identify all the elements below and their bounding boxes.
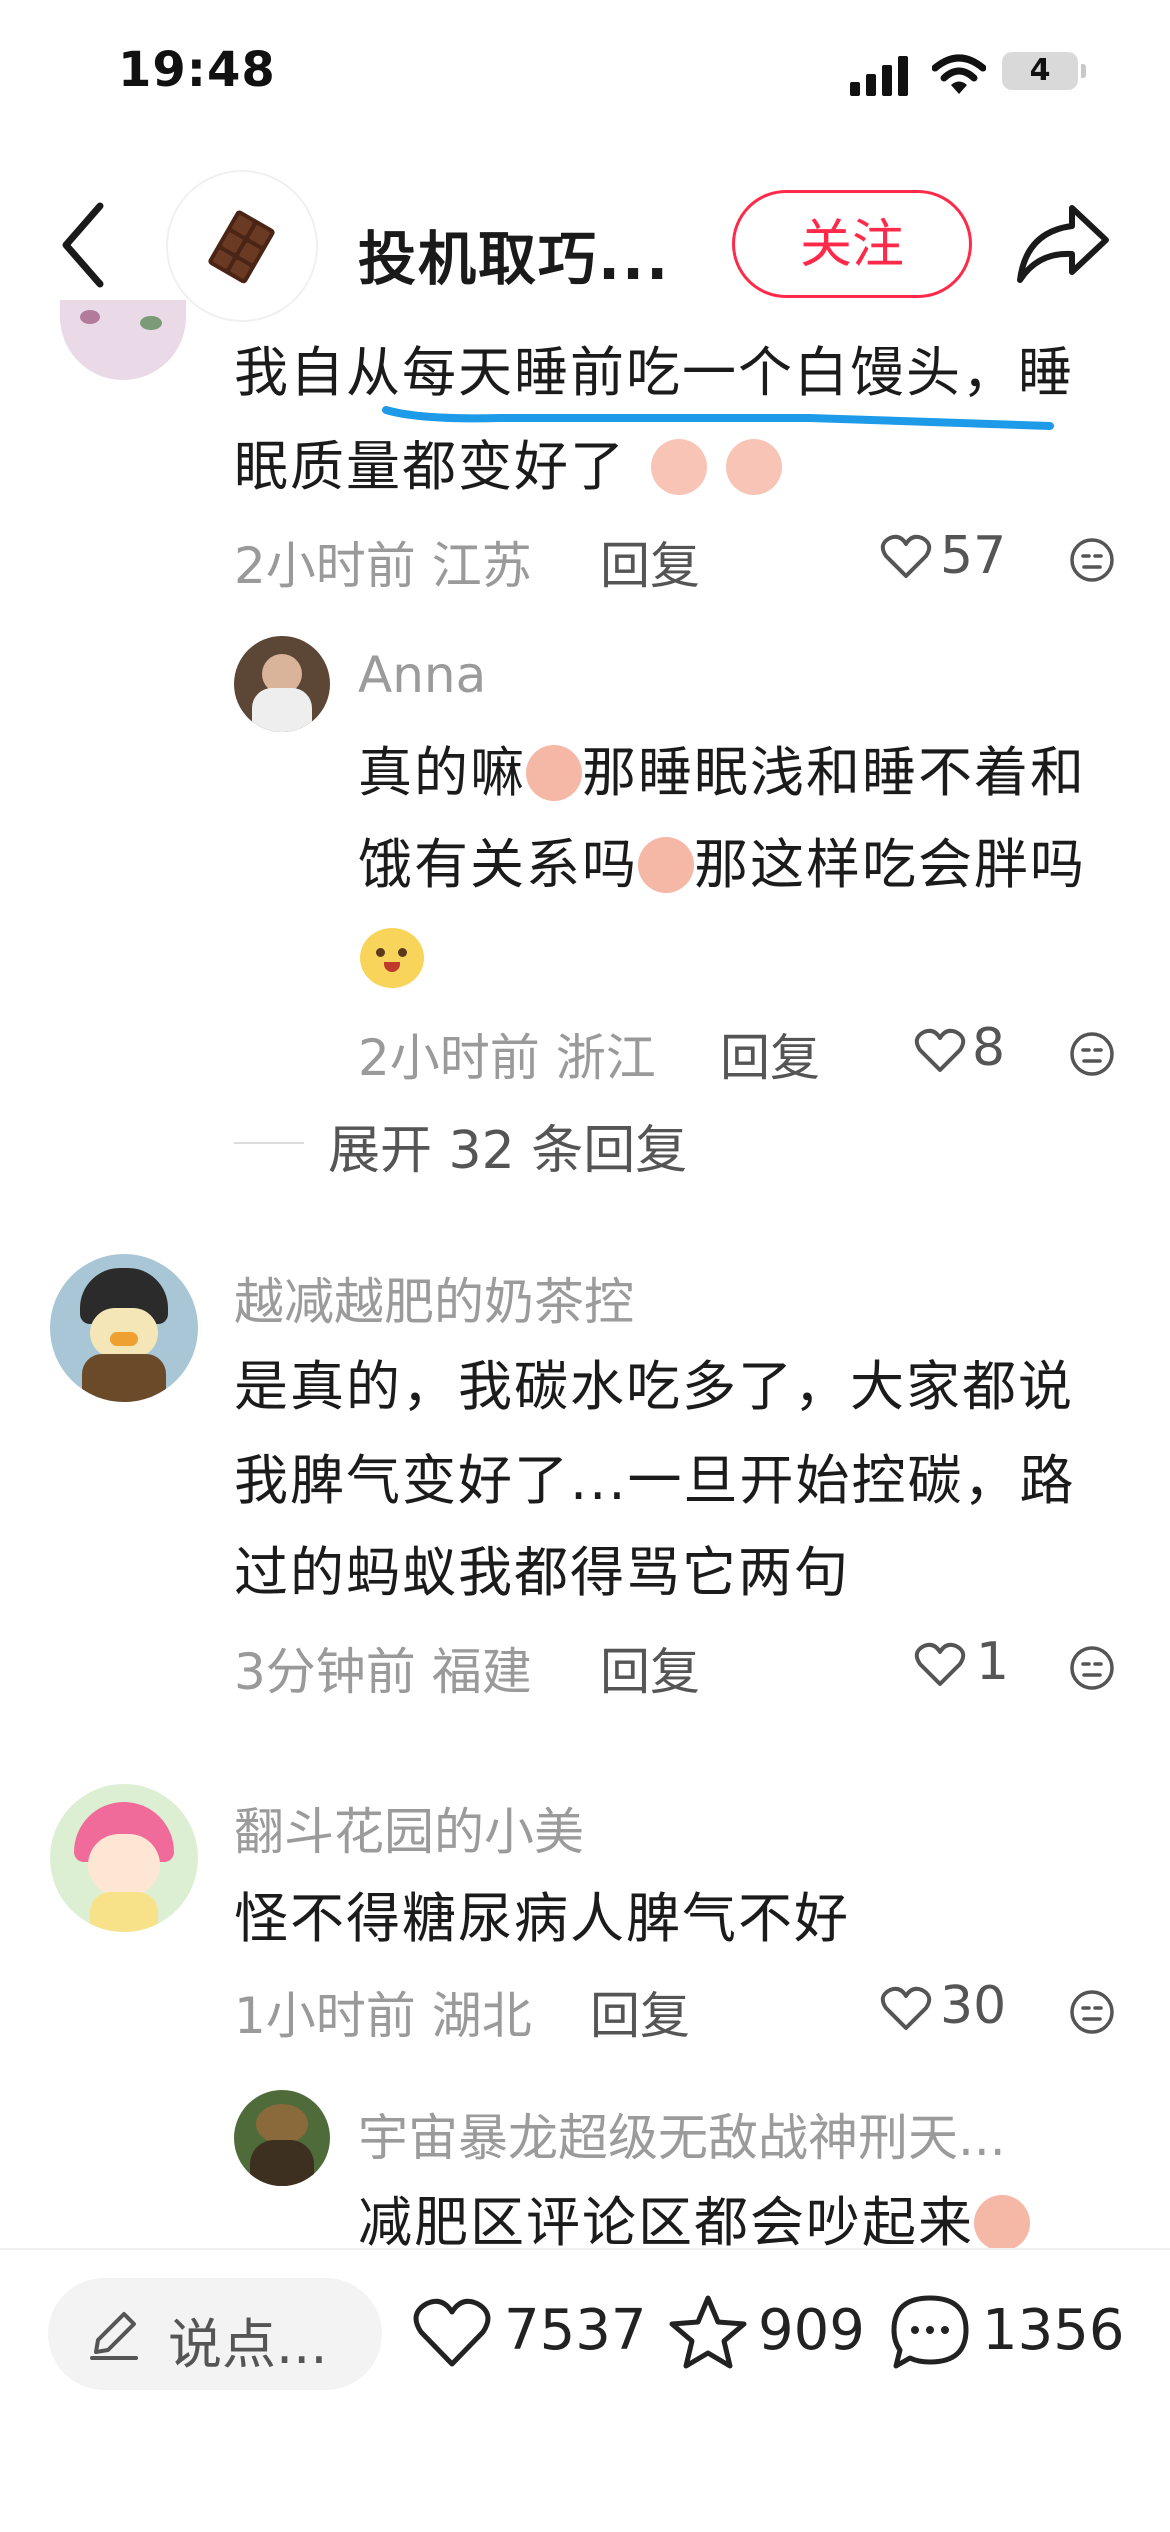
like-count: 1 (976, 1632, 1010, 1692)
share-icon[interactable] (1012, 200, 1112, 288)
heart-icon[interactable] (880, 1986, 932, 2032)
reply-button[interactable]: 回复 (590, 1976, 690, 2048)
comment-time: 2小时前 (358, 1029, 540, 1087)
commenter-avatar[interactable] (50, 1254, 198, 1402)
comment-time: 1小时前 (234, 1987, 416, 2045)
comment-text-line: 我脾气变好了...一旦开始控碳，路 (234, 1449, 1076, 1512)
commenter-username[interactable]: 越减越肥的奶茶控 (234, 1262, 634, 1334)
reply-button[interactable]: 回复 (720, 1018, 820, 1090)
comment-meta: 2小时前 浙江 (358, 1018, 656, 1090)
reply-username[interactable]: Anna (358, 646, 486, 704)
comment-text-fragment: 饿有关系吗 (358, 833, 638, 896)
happy-face-emoji (360, 928, 424, 988)
comment-location: 江苏 (431, 537, 532, 595)
comment-text-line: 怪不得糖尿病人脾气不好 (234, 1887, 850, 1950)
comment-text-line: 过的蚂蚁我都得骂它两句 (234, 1541, 850, 1604)
heart-icon[interactable] (412, 2296, 492, 2370)
emoji-react-icon[interactable] (1068, 1644, 1116, 1692)
crying-face-emoji (974, 2195, 1030, 2248)
comment-text-line: 饿有关系吗 那这样吃会胖吗 (358, 822, 1086, 908)
reply-username[interactable]: 宇宙暴龙超级无敌战神刑天... (358, 2098, 1006, 2170)
heart-icon[interactable] (914, 1028, 966, 1074)
comment-location: 福建 (431, 1643, 532, 1701)
emoji-react-icon[interactable] (1068, 1030, 1116, 1078)
comment-meta: 1小时前 湖北 (234, 1976, 532, 2048)
battery-tip (1081, 64, 1086, 78)
bottom-divider (0, 2248, 1170, 2250)
comment-bubble-icon[interactable] (888, 2292, 972, 2374)
comment-text-fragment: 减肥区评论区都会吵起来 (358, 2191, 974, 2248)
heart-icon[interactable] (880, 534, 932, 580)
commenter-avatar[interactable] (50, 1784, 198, 1932)
crying-face-emoji (651, 439, 708, 495)
like-count: 57 (940, 526, 1007, 586)
post-favorite-count: 909 (758, 2298, 865, 2363)
comment-text-line: 眠质量都变好了 (234, 424, 783, 510)
commenter-username[interactable]: 翻斗花园的小美 (234, 1792, 584, 1864)
crying-face-emoji (726, 439, 783, 495)
commenter-avatar[interactable] (60, 300, 186, 380)
chocolate-bar-icon (208, 210, 275, 284)
comment-location: 浙江 (555, 1029, 656, 1087)
comment-text-line: 减肥区评论区都会吵起来 (358, 2180, 1030, 2248)
pencil-icon (90, 2312, 138, 2360)
author-avatar[interactable] (168, 172, 316, 320)
comment-text-line: 真的嘛 那睡眠浅和睡不着和 (358, 730, 1086, 816)
follow-button[interactable]: 关注 (732, 190, 972, 298)
expand-divider (234, 1142, 304, 1144)
comment-location: 湖北 (431, 1987, 532, 2045)
reply-button[interactable]: 回复 (600, 526, 700, 598)
wifi-icon (932, 54, 986, 94)
comment-meta: 2小时前 江苏 (234, 526, 532, 598)
like-count: 30 (940, 1976, 1007, 2036)
comment-text-fragment: 真的嘛 (358, 741, 526, 804)
cellular-signal-icon (850, 56, 908, 96)
comment-text-fragment: 那这样吃会胖吗 (694, 833, 1086, 896)
smug-face-emoji (526, 745, 582, 801)
emoji-react-icon[interactable] (1068, 1988, 1116, 2036)
reply-button[interactable]: 回复 (600, 1632, 700, 1704)
comment-text-fragment: 那睡眠浅和睡不着和 (582, 741, 1086, 804)
post-comment-count: 1356 (982, 2298, 1125, 2363)
like-count: 8 (972, 1018, 1006, 1078)
comment-time: 2小时前 (234, 537, 416, 595)
clipped-reply-region: 减肥区评论区都会吵起来 (0, 2170, 1170, 2248)
status-time: 19:48 (118, 42, 276, 98)
post-like-count: 7537 (504, 2298, 647, 2363)
comment-meta: 3分钟前 福建 (234, 1632, 532, 1704)
comment-input-placeholder: 说点... (168, 2313, 328, 2376)
battery-indicator: 4 (1002, 52, 1078, 90)
heart-icon[interactable] (914, 1642, 966, 1688)
comment-text-line: 是真的，我碳水吃多了，大家都说 (234, 1355, 1074, 1418)
commenter-avatar[interactable] (234, 636, 330, 732)
star-icon[interactable] (666, 2292, 750, 2372)
comment-time: 3分钟前 (234, 1643, 416, 1701)
page-title: 投机取巧... (358, 225, 671, 293)
back-arrow-icon[interactable] (58, 200, 108, 290)
emoji-react-icon[interactable] (1068, 536, 1116, 584)
shocked-face-emoji (638, 837, 694, 893)
expand-replies-button[interactable]: 展开 32 条回复 (328, 1108, 687, 1183)
comment-text-fragment: 眠质量都变好了 (234, 435, 626, 498)
